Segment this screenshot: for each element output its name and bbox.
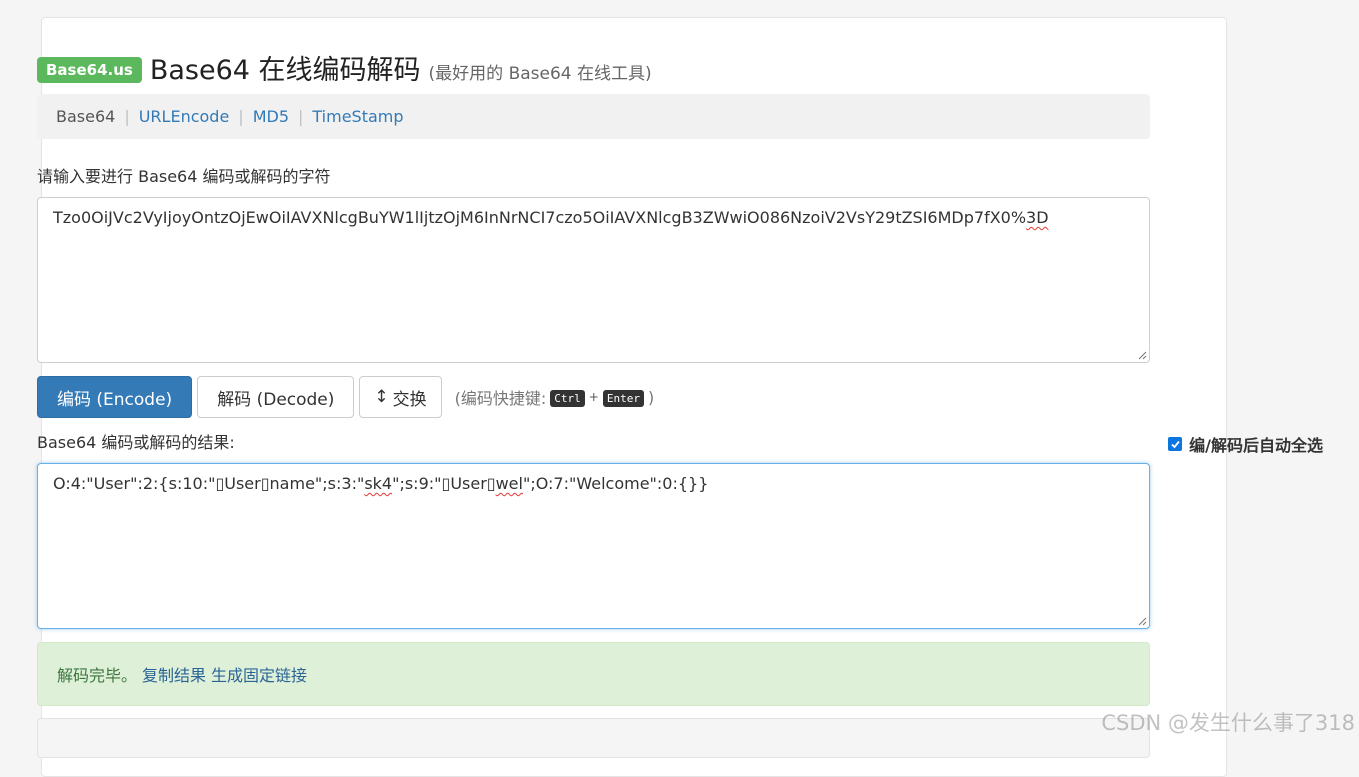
nav-link-md5[interactable]: MD5 (253, 107, 289, 126)
header: Base64.us Base64 在线编码解码 (最好用的 Base64 在线工… (37, 48, 652, 87)
action-row: 编码 (Encode) 解码 (Decode) ↕ 交换 (编码快捷键: Ctr… (37, 376, 654, 418)
input-label: 请输入要进行 Base64 编码或解码的字符 (37, 167, 331, 186)
copy-result-link[interactable]: 复制结果 (142, 662, 206, 686)
autoselect-option[interactable]: 编/解码后自动全选 (1168, 432, 1323, 456)
autoselect-label: 编/解码后自动全选 (1189, 436, 1323, 455)
decode-button[interactable]: 解码 (Decode) (197, 376, 355, 418)
output-text-misspelled: sk4 (364, 474, 393, 493)
input-textarea[interactable]: Tzo0OiJVc2VyIjoyOntzOjEwOiIAVXNlcgBuYW1l… (37, 197, 1150, 363)
encode-button[interactable]: 编码 (Encode) (37, 376, 193, 418)
page-title: Base64 在线编码解码 (149, 55, 421, 86)
output-text: ";s:9:"▯ (392, 474, 451, 493)
checkmark-icon (1171, 440, 1180, 448)
swap-icon: ↕ (374, 387, 389, 407)
output-text: User (224, 474, 261, 493)
output-text: ▯ (486, 474, 496, 493)
permalink-link[interactable]: 生成固定链接 (211, 662, 307, 686)
kbd-enter: Enter (602, 389, 644, 407)
shortcut-prefix: (编码快捷键: (454, 389, 547, 408)
alert-message: 解码完毕。 (57, 666, 138, 685)
watermark: CSDN @发生什么事了318 (1101, 711, 1355, 735)
nav-separator: | (238, 107, 244, 126)
nav-link-urlencode[interactable]: URLEncode (139, 107, 230, 126)
nav-link-timestamp[interactable]: TimeStamp (312, 107, 403, 126)
swap-label: 交换 (392, 389, 427, 410)
output-text: ▯ (260, 474, 270, 493)
input-text: Tzo0OiJVc2VyIjoyOntzOjEwOiIAVXNlcgBuYW1l… (53, 208, 1027, 227)
shortcut-suffix: ) (647, 387, 655, 407)
resize-grip-icon[interactable] (1137, 616, 1147, 626)
input-text-tail: 3D (1026, 208, 1049, 227)
output-textarea[interactable]: O:4:"User":2:{s:10:"▯User▯name";s:3:"sk4… (37, 463, 1150, 629)
page-subtitle: (最好用的 Base64 在线工具) (428, 64, 652, 84)
swap-button[interactable]: ↕ 交换 (359, 376, 442, 418)
output-text: ";O:7:"Welcome":0:{}} (522, 474, 709, 493)
nav-separator: | (298, 107, 304, 126)
autoselect-checkbox[interactable] (1168, 437, 1183, 451)
output-text: O:4:"User":2:{s:10:"▯ (53, 474, 225, 493)
kbd-ctrl: Ctrl (550, 389, 585, 407)
output-text: User (450, 474, 487, 493)
resize-grip-icon[interactable] (1137, 350, 1147, 360)
nav-item-base64: Base64 (56, 107, 116, 126)
shortcut-hint: (编码快捷键: Ctrl + Enter ) (455, 385, 655, 409)
brand-badge[interactable]: Base64.us (37, 57, 142, 83)
output-text: name";s:3:" (269, 474, 365, 493)
bottom-panel (37, 718, 1150, 758)
shortcut-plus: + (588, 390, 599, 404)
nav-separator: | (124, 107, 130, 126)
output-label: Base64 编码或解码的结果: (37, 433, 235, 452)
tool-nav: Base64 | URLEncode | MD5 | TimeStamp (37, 94, 1150, 139)
output-text-misspelled: wel (495, 474, 523, 493)
result-alert: 解码完毕。 复制结果 生成固定链接 (37, 642, 1150, 706)
